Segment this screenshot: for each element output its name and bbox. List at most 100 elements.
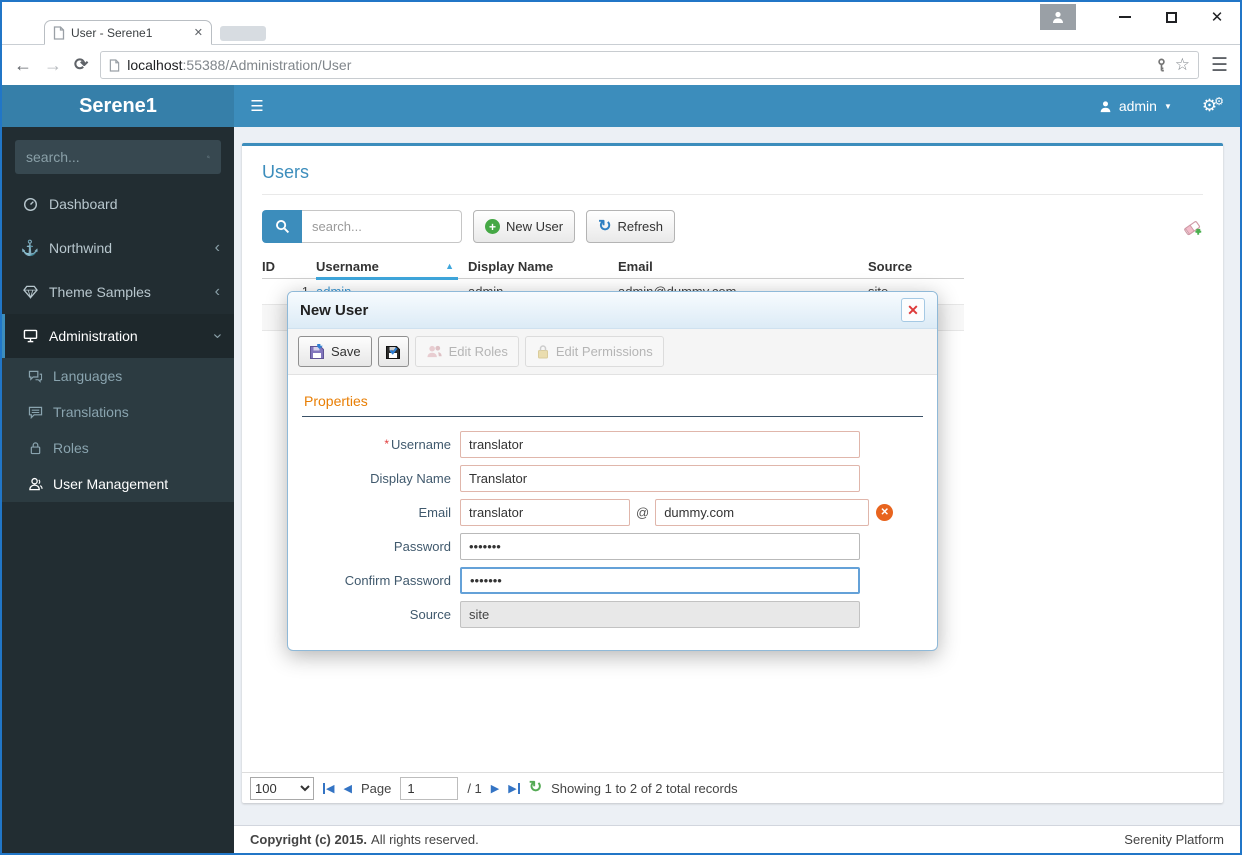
username-field[interactable] [460, 431, 860, 458]
edit-permissions-button[interactable]: Edit Permissions [524, 336, 664, 367]
lock-icon [537, 345, 548, 359]
rights-text: All rights reserved. [371, 832, 479, 847]
column-header-id[interactable]: ID [262, 254, 316, 278]
anchor-icon: ⚓ [20, 240, 40, 257]
chevron-left-icon: ‹ [214, 283, 220, 300]
sidebar-item-administration[interactable]: Administration ‹ [2, 314, 234, 358]
sidebar-search-input[interactable] [26, 149, 207, 165]
save-icon [310, 343, 324, 359]
minimize-button[interactable] [1102, 3, 1148, 31]
sidebar-item-roles[interactable]: Roles [2, 430, 234, 466]
sidebar-item-label: Translations [53, 404, 129, 420]
brand-logo[interactable]: Serene1 [2, 85, 234, 127]
tab-close-icon[interactable]: ✕ [194, 26, 203, 39]
dialog-body: Properties *Username Display Name Email … [288, 375, 937, 650]
chevron-down-icon: ‹ [208, 333, 226, 339]
form-row-email: Email @ ✕ [302, 499, 923, 526]
eraser-icon [1184, 221, 1202, 236]
sidebar-search[interactable] [15, 140, 221, 174]
email-domain-field[interactable] [655, 499, 870, 526]
sidebar-item-user-management[interactable]: User Management [2, 466, 234, 502]
sort-ascending-icon: ▲ [445, 261, 454, 271]
sidebar-item-label: User Management [53, 476, 169, 492]
reload-icon[interactable]: ⟳ [74, 55, 88, 75]
forward-icon[interactable]: → [44, 56, 62, 74]
at-separator: @ [636, 505, 650, 520]
browser-profile-icon[interactable] [1040, 4, 1076, 30]
close-icon: ✕ [907, 301, 919, 318]
user-icon [1100, 100, 1111, 112]
password-label: Password [393, 539, 451, 554]
page-footer: Copyright (c) 2015. All rights reserved.… [234, 825, 1240, 853]
refresh-button[interactable]: ↻ Refresh [586, 210, 676, 243]
dialog-toolbar: Save Edit Roles Edit Permissions [288, 329, 937, 375]
quick-search-button[interactable] [262, 210, 302, 243]
form-row-source: Source [302, 601, 923, 628]
settings-gears-icon[interactable]: ⚙ ⚙ [1186, 85, 1240, 127]
required-marker: * [384, 437, 390, 451]
user-dropdown[interactable]: admin ▼ [1085, 85, 1186, 127]
grid-pager: 100 ◀ ◀ Page / 1 ▶ ▶ ↻ Showing 1 to 2 of… [242, 772, 1223, 803]
sidebar-item-languages[interactable]: Languages [2, 358, 234, 394]
sidebar-item-theme-samples[interactable]: Theme Samples ‹ [2, 270, 234, 314]
email-label: Email [418, 505, 451, 520]
previous-page-button[interactable]: ◀ [343, 782, 351, 795]
close-button[interactable]: ✕ [1194, 3, 1240, 31]
sidebar-item-translations[interactable]: Translations [2, 394, 234, 430]
page-size-select[interactable]: 100 [250, 776, 314, 800]
next-page-button[interactable]: ▶ [491, 782, 499, 795]
source-label: Source [409, 607, 451, 622]
browser-tab[interactable]: User - Serene1 ✕ [44, 20, 212, 45]
column-header-email[interactable]: Email [618, 254, 868, 278]
column-header-username[interactable]: Username ▲ [316, 254, 468, 280]
edit-roles-button[interactable]: Edit Roles [414, 336, 519, 367]
source-field[interactable] [460, 601, 860, 628]
comment-icon [26, 406, 44, 419]
sidebar-toggle-icon[interactable]: ☰ [234, 85, 280, 127]
quick-search-input[interactable] [302, 210, 462, 243]
display-name-field[interactable] [460, 465, 860, 492]
browser-window: User - Serene1 ✕ ✕ ← → ⟳ localhost:55388… [0, 0, 1242, 855]
plus-circle-icon: + [485, 219, 500, 234]
bookmark-star-icon[interactable]: ☆ [1175, 55, 1190, 75]
maximize-button[interactable] [1148, 3, 1194, 31]
password-key-icon[interactable] [1155, 58, 1168, 73]
sidebar-item-label: Theme Samples [49, 284, 151, 300]
search-icon[interactable] [207, 150, 210, 164]
confirm-password-field[interactable] [460, 567, 860, 594]
browser-menu-icon[interactable]: ☰ [1211, 54, 1228, 77]
last-page-button[interactable]: ▶ [508, 782, 520, 795]
page-count-label: / 1 [467, 780, 482, 796]
new-tab-button[interactable] [220, 26, 266, 41]
validation-error-icon[interactable]: ✕ [876, 504, 894, 521]
column-header-display-name[interactable]: Display Name [468, 254, 618, 278]
sidebar: Serene1 Dashboard ⚓ Northwind ‹ Theme Sa… [2, 85, 234, 853]
page-title: Users [262, 162, 1203, 195]
sidebar-item-northwind[interactable]: ⚓ Northwind ‹ [2, 226, 234, 270]
save-button[interactable]: Save [298, 336, 372, 367]
new-user-button[interactable]: + New User [473, 210, 576, 243]
dialog-close-button[interactable]: ✕ [901, 298, 925, 322]
sidebar-item-label: Roles [53, 440, 89, 456]
save-and-close-button[interactable] [377, 336, 409, 367]
browser-toolbar: ← → ⟳ localhost:55388/Administration/Use… [2, 45, 1240, 85]
username-label: Username [391, 437, 451, 452]
pager-refresh-icon[interactable]: ↻ [529, 780, 542, 796]
dialog-titlebar[interactable]: New User ✕ [288, 292, 937, 329]
sidebar-item-label: Dashboard [49, 196, 118, 212]
include-deleted-toggle[interactable] [1182, 217, 1203, 236]
address-bar[interactable]: localhost:55388/Administration/User ☆ [100, 51, 1199, 79]
pager-summary: Showing 1 to 2 of 2 total records [551, 780, 738, 796]
back-icon[interactable]: ← [14, 56, 32, 74]
new-user-dialog: New User ✕ Save Edit Roles Edit Permissi… [287, 291, 938, 651]
form-row-display-name: Display Name [302, 465, 923, 492]
quick-search [262, 210, 462, 243]
first-page-button[interactable]: ◀ [323, 782, 334, 795]
password-field[interactable] [460, 533, 860, 560]
sidebar-item-dashboard[interactable]: Dashboard [2, 182, 234, 226]
tab-title: User - Serene1 [71, 25, 153, 40]
monitor-icon [20, 329, 40, 343]
email-user-field[interactable] [460, 499, 630, 526]
column-header-source[interactable]: Source [868, 254, 964, 278]
page-number-input[interactable] [400, 776, 459, 800]
